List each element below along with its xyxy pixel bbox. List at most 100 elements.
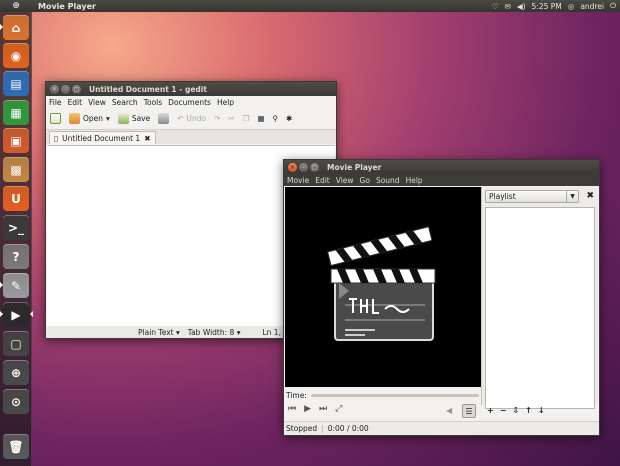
movie-player-icon[interactable]: ▶: [0, 302, 33, 327]
menu-view[interactable]: View: [336, 176, 354, 185]
menu-help[interactable]: Help: [406, 176, 423, 185]
move-down-icon[interactable]: ↓: [538, 406, 545, 415]
next-icon[interactable]: ⏭: [319, 404, 327, 414]
movie-player-titlebar[interactable]: × – □ Movie Player: [284, 160, 599, 174]
folder-icon: [69, 113, 80, 124]
volume-icon[interactable]: ◀: [446, 406, 452, 415]
gedit-window-title: Untitled Document 1 - gedit: [89, 84, 207, 94]
find-button[interactable]: ⚲: [273, 114, 279, 123]
tab-width-select[interactable]: Tab Width: 8 ▾: [188, 328, 241, 337]
menu-tools[interactable]: Tools: [144, 98, 162, 107]
menu-help[interactable]: Help: [217, 98, 234, 107]
chevron-down-icon[interactable]: ▾: [106, 114, 110, 123]
user-name[interactable]: andrei: [580, 2, 604, 11]
launcher: ⌂ ◉ ▤ ▦ ▣ ▩ U >_? ✎ ▶ ▢ ⊕ ⊙ 🗑: [0, 12, 33, 466]
workspaces-icon[interactable]: ▢: [3, 331, 29, 356]
play-icon[interactable]: ▶: [304, 404, 311, 414]
calc-icon[interactable]: ▦: [3, 100, 29, 125]
running-indicator: [0, 311, 3, 317]
menu-documents[interactable]: Documents: [168, 98, 211, 107]
gedit-tab-row: ▯ Untitled Document 1 ✖: [46, 130, 336, 144]
language-select[interactable]: Plain Text ▾: [138, 328, 180, 337]
seek-slider[interactable]: [310, 393, 479, 397]
ubuntu-one-icon[interactable]: U: [3, 186, 29, 211]
volume-icon[interactable]: ◀): [517, 2, 526, 11]
chevron-down-icon[interactable]: ▼: [566, 191, 578, 202]
save-button[interactable]: Save: [117, 113, 150, 124]
copy-icon: ❐: [242, 114, 250, 123]
clock[interactable]: 5:25 PM: [532, 2, 562, 11]
movie-statusbar: Stopped | 0:00 / 0:00: [284, 421, 599, 435]
open-button[interactable]: Open ▾: [69, 113, 110, 124]
menu-file[interactable]: File: [49, 98, 62, 107]
print-icon: [158, 113, 170, 124]
menu-view[interactable]: View: [88, 98, 106, 107]
trash-icon[interactable]: 🗑: [3, 434, 29, 459]
save-playlist-icon[interactable]: ⇩: [512, 406, 519, 415]
movie-player-menubar: Movie Edit View Go Sound Help: [284, 174, 599, 186]
cut-icon: ✂: [228, 114, 235, 123]
help-icon[interactable]: ?: [3, 244, 29, 269]
maximize-icon[interactable]: □: [72, 84, 81, 94]
focused-indicator: [30, 311, 33, 317]
terminal-icon[interactable]: >_: [3, 215, 29, 240]
cut-button[interactable]: ✂: [228, 114, 234, 123]
print-button[interactable]: [158, 113, 170, 124]
playlist-buttons: + − ⇩ ↑ ↓: [487, 406, 545, 415]
menu-search[interactable]: Search: [112, 98, 138, 107]
redo-icon: ↷: [214, 114, 221, 123]
playlist-select[interactable]: Playlist ▼: [485, 190, 579, 203]
new-button[interactable]: [50, 113, 61, 124]
paste-icon: ▦: [257, 114, 265, 123]
remove-icon[interactable]: −: [500, 406, 507, 415]
running-indicator: [0, 24, 3, 30]
fullscreen-icon[interactable]: ⤢: [335, 404, 342, 414]
firefox-icon[interactable]: ◉: [3, 43, 29, 68]
menu-movie[interactable]: Movie: [287, 176, 309, 185]
mail-icon[interactable]: ♡: [492, 2, 499, 11]
movie-player-window[interactable]: × – □ Movie Player Movie Edit View Go So…: [283, 159, 600, 436]
gedit-titlebar[interactable]: × – □ Untitled Document 1 - gedit: [46, 82, 336, 96]
copy-button[interactable]: ❐: [243, 114, 250, 123]
mail-indicator-icon[interactable]: ✉: [505, 2, 511, 11]
replace-button[interactable]: ✱: [286, 114, 292, 123]
add-icon[interactable]: +: [487, 406, 494, 415]
menu-go[interactable]: Go: [360, 176, 370, 185]
close-tab-icon[interactable]: ✖: [144, 134, 150, 143]
ubuntu-logo-icon[interactable]: ⊛: [0, 0, 32, 12]
software-center-icon[interactable]: ▩: [3, 157, 29, 182]
save-icon: [117, 113, 129, 124]
power-icon[interactable]: ⏻: [610, 1, 616, 11]
sidebar-toggle-button[interactable]: ☰: [462, 404, 476, 418]
undo-button[interactable]: ↶ Undo: [177, 114, 206, 123]
writer-icon[interactable]: ▤: [3, 71, 29, 96]
close-sidebar-icon[interactable]: ✖: [586, 191, 594, 201]
top-panel: ⊛ Movie Player ♡ ✉ ◀) 5:25 PM ◎ andrei ⏻: [0, 0, 620, 12]
move-up-icon[interactable]: ↑: [525, 406, 532, 415]
apps-lens-icon[interactable]: ⊕: [3, 360, 29, 385]
text-editor-icon[interactable]: ✎: [0, 273, 29, 298]
menu-edit[interactable]: Edit: [68, 98, 83, 107]
previous-icon[interactable]: ⏮: [288, 404, 296, 414]
tab-untitled-document[interactable]: ▯ Untitled Document 1 ✖: [49, 131, 156, 144]
video-area[interactable]: [285, 187, 481, 387]
movie-player-window-title: Movie Player: [327, 162, 382, 172]
minimize-icon[interactable]: –: [299, 162, 308, 172]
files-lens-icon[interactable]: ⊙: [3, 389, 29, 414]
redo-button[interactable]: ↷: [214, 114, 220, 123]
maximize-icon[interactable]: □: [310, 162, 319, 172]
impress-icon[interactable]: ▣: [3, 128, 29, 153]
home-folder-icon[interactable]: ⌂: [0, 15, 29, 40]
clapperboard-icon: [327, 226, 436, 341]
menu-sound[interactable]: Sound: [376, 176, 400, 185]
menu-edit[interactable]: Edit: [315, 176, 330, 185]
user-icon[interactable]: ◎: [568, 2, 575, 11]
close-icon[interactable]: ×: [288, 162, 297, 172]
minimize-icon[interactable]: –: [61, 84, 70, 94]
close-icon[interactable]: ×: [50, 84, 59, 94]
new-document-icon: [50, 113, 61, 124]
search-icon: ⚲: [272, 114, 279, 123]
playlist-list[interactable]: [485, 207, 595, 409]
playback-status: Stopped: [286, 424, 318, 433]
paste-button[interactable]: ▦: [257, 114, 264, 123]
